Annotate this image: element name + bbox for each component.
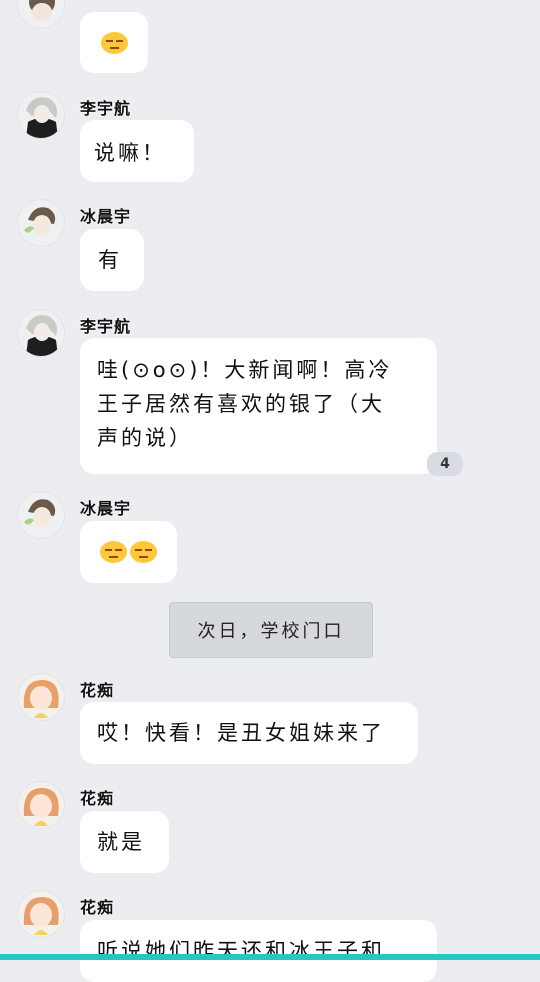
message-text: 有 (98, 248, 122, 272)
unamused-face-icon (130, 541, 157, 563)
avatar-bing-chenyu[interactable] (18, 200, 64, 246)
avatar-li-yuhang[interactable] (18, 310, 64, 356)
system-message: 次日，学校门口 (169, 602, 373, 658)
message-bubble[interactable]: 说嘛！ (80, 120, 194, 182)
bottom-bar (0, 954, 540, 960)
sender-name: 冰晨宇 (80, 207, 132, 226)
message-bubble[interactable] (80, 521, 177, 583)
message-bubble[interactable]: 哎！快看！是丑女姐妹来了 (80, 702, 418, 764)
message-text: 就是 (97, 830, 145, 854)
sender-name: 李宇航 (80, 99, 132, 118)
message-text-line: 王子居然有喜欢的银了（大 (97, 392, 385, 416)
message-text-line: 声的说） (97, 426, 193, 450)
avatar-li-yuhang[interactable] (18, 92, 64, 138)
sender-name: 冰晨宇 (80, 499, 132, 518)
system-message-text: 次日，学校门口 (197, 621, 345, 642)
avatar-hua-chi[interactable] (18, 782, 64, 828)
message-text-line: 哇(⊙o⊙)！大新闻啊！高冷 (97, 358, 393, 382)
avatar-hua-chi[interactable] (18, 674, 64, 720)
sender-name: 李宇航 (80, 317, 132, 336)
message-text: 哎！快看！是丑女姐妹来了 (97, 721, 385, 745)
message-bubble[interactable]: 哇(⊙o⊙)！大新闻啊！高冷 王子居然有喜欢的银了（大 声的说） (80, 338, 437, 474)
unamused-face-icon (100, 541, 127, 563)
angry-face-icon (100, 31, 128, 54)
avatar-bing-chenyu[interactable] (18, 492, 64, 538)
sender-name: 花痴 (80, 789, 115, 808)
message-bubble[interactable] (80, 12, 148, 73)
avatar-hua-chi[interactable] (18, 891, 64, 937)
message-bubble[interactable]: 听说她们昨天还和冰王子和 (80, 920, 437, 982)
message-bubble[interactable]: 就是 (80, 811, 169, 873)
message-text: 说嘛！ (94, 141, 166, 165)
avatar-bing-chenyu[interactable] (18, 0, 64, 28)
sender-name: 花痴 (80, 681, 115, 700)
sender-name: 花痴 (80, 898, 115, 917)
message-bubble[interactable]: 有 (80, 229, 144, 291)
reaction-count-badge[interactable]: 4 (427, 452, 463, 476)
